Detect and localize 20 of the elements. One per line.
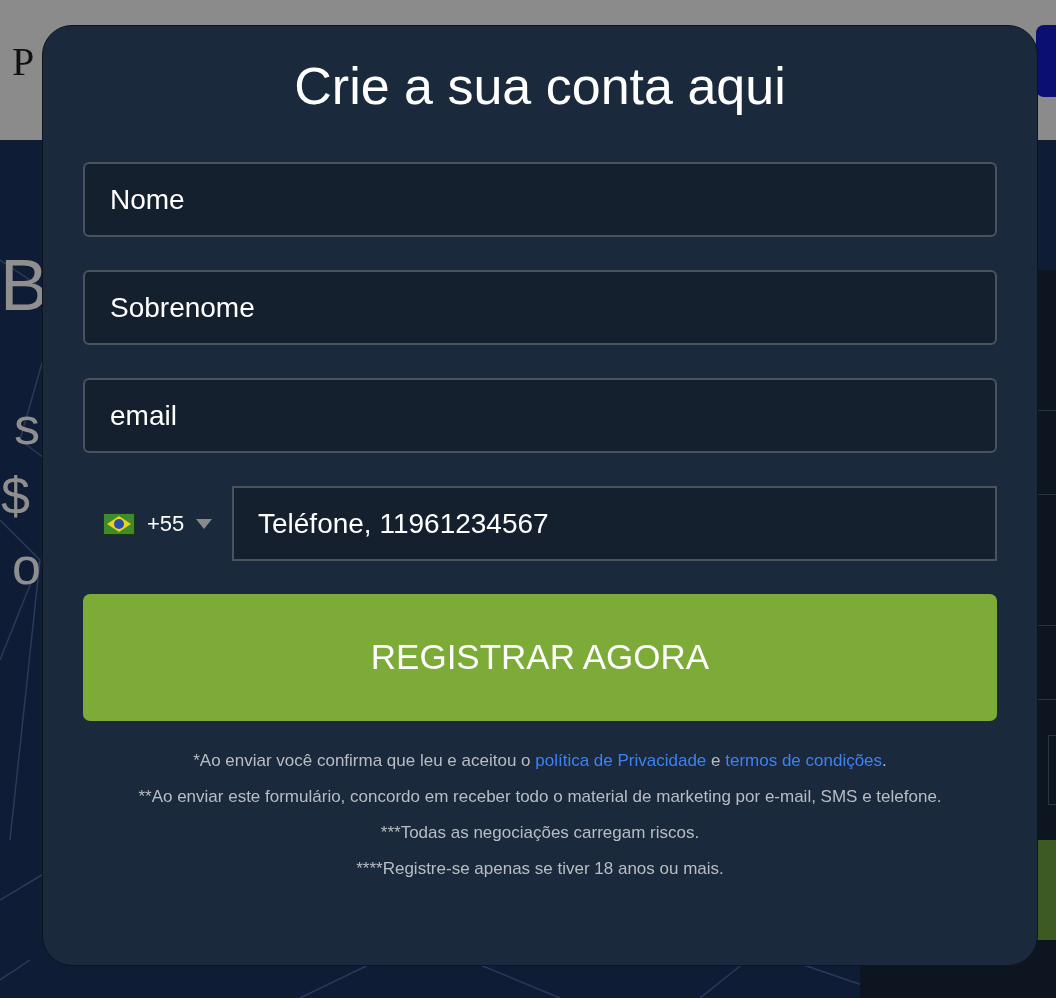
text-field[interactable]: Sobrenome bbox=[83, 270, 997, 345]
consent-note: ****Registre-se apenas se tiver 18 anos ou mais. bbox=[356, 858, 724, 880]
register-button[interactable]: REGISTRAR AGORA bbox=[83, 594, 997, 721]
text-field[interactable]: Nome bbox=[83, 162, 997, 237]
caret-icon bbox=[196, 518, 213, 529]
flag-icon bbox=[103, 512, 135, 535]
header-text: P bbox=[12, 40, 35, 84]
consent-note: *Ao enviar você confirma que leu e aceitou o política de Privacidade e termos de condições. bbox=[193, 750, 887, 772]
modal-title: Crie a sua conta aqui bbox=[294, 56, 786, 117]
phone-field[interactable]: Teléfone, 11961234567 bbox=[232, 486, 997, 561]
consent-note: ***Todas as negociações carregam riscos. bbox=[380, 822, 700, 844]
hero-text: s bbox=[14, 396, 40, 456]
hero-text: $ bbox=[1, 466, 30, 526]
policy-link[interactable]: política de Privacidade bbox=[535, 751, 707, 770]
consent-note: **Ao enviar este formulário, concordo em receber todo o material de marketing por e-mail, SMS e telefone. bbox=[138, 786, 942, 808]
country-select[interactable]: +55 bbox=[83, 486, 232, 561]
hero-text: o bbox=[12, 536, 41, 596]
hero-text: B bbox=[0, 245, 49, 325]
policy-link[interactable]: termos de condições bbox=[725, 751, 883, 770]
text-field[interactable]: email bbox=[83, 378, 997, 453]
